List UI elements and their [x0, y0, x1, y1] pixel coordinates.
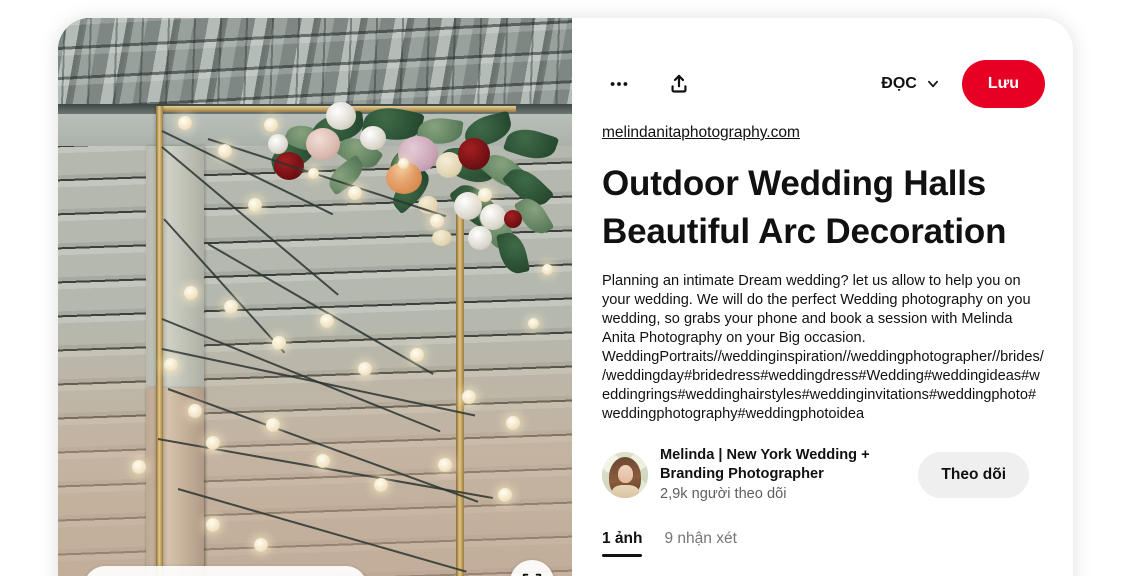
- creator-follower-count: 2,9k người theo dõi: [660, 486, 787, 502]
- pin-toolbar: ĐỌC Lưu: [602, 58, 1045, 110]
- string-light-bulb: [218, 144, 232, 158]
- string-light-bulb: [178, 116, 192, 130]
- string-light-bulb: [542, 264, 553, 275]
- source-domain-link[interactable]: melindanitaphotography.com: [602, 124, 800, 142]
- string-light-bulb: [430, 214, 444, 228]
- visual-search-icon: [522, 573, 542, 576]
- floral-garland: [267, 100, 572, 300]
- pin-image-container[interactable]: melindanitaphotography.com: [58, 18, 572, 576]
- string-light-bulb: [188, 404, 202, 418]
- board-selector-label: ĐỌC: [881, 75, 917, 92]
- string-light-bulb: [184, 286, 198, 300]
- creator-name[interactable]: Melinda | New York Wedding + Branding Ph…: [660, 446, 918, 484]
- string-light-bulb: [132, 460, 146, 474]
- pin-closeup-card: melindanitaphotography.com: [58, 18, 1073, 576]
- string-light-bulb: [248, 198, 262, 212]
- more-options-button[interactable]: [602, 67, 636, 101]
- string-light-bulb: [206, 436, 220, 450]
- creator-row: Melinda | New York Wedding + Branding Ph…: [602, 446, 1045, 504]
- pin-detail-page: melindanitaphotography.com: [0, 0, 1134, 576]
- avatar-body: [612, 485, 639, 498]
- roof-row-texture: [58, 18, 572, 110]
- string-light-bulb: [498, 488, 512, 502]
- string-light-bulb: [374, 478, 388, 492]
- arch-frame-left: [156, 106, 163, 576]
- string-light-bulb: [264, 118, 278, 132]
- string-light-bulb: [506, 416, 520, 430]
- string-light-bulb: [308, 168, 319, 179]
- board-selector[interactable]: ĐỌC: [873, 69, 948, 99]
- toolbar-left-actions: [602, 67, 696, 101]
- creator-avatar[interactable]: [602, 452, 648, 498]
- follow-button[interactable]: Theo dõi: [918, 452, 1029, 498]
- wall-warm-tint: [58, 318, 572, 576]
- share-upload-icon: [671, 74, 687, 93]
- string-light-bulb: [462, 390, 476, 404]
- string-light-bulb: [410, 348, 424, 362]
- creator-info: Melinda | New York Wedding + Branding Ph…: [660, 446, 918, 504]
- detail-tabs: 1 ảnh 9 nhận xét: [602, 530, 1045, 557]
- string-light-bulb: [254, 538, 268, 552]
- pin-description: Planning an intimate Dream wedding? let …: [602, 273, 1044, 422]
- string-light-bulb: [266, 418, 280, 432]
- string-light-bulb: [320, 314, 334, 328]
- more-horizontal-icon: [610, 82, 628, 86]
- avatar-face: [618, 465, 633, 483]
- string-light-bulb: [478, 188, 492, 202]
- string-light-bulb: [272, 336, 286, 350]
- string-light-bulb: [224, 300, 238, 314]
- pin-title: Outdoor Wedding Halls Beautiful Arc Deco…: [602, 164, 1007, 251]
- string-light-bulb: [164, 358, 178, 372]
- pin-image: [58, 18, 572, 576]
- string-light-bulb: [206, 518, 220, 532]
- toolbar-right-actions: ĐỌC Lưu: [873, 60, 1045, 108]
- source-website-badge[interactable]: melindanitaphotography.com: [84, 566, 368, 576]
- pin-detail-pane: ĐỌC Lưu melindanitaphotography.com Outdo…: [572, 18, 1073, 576]
- string-light-bulb: [398, 158, 409, 169]
- chevron-down-icon: [927, 80, 938, 88]
- tab-comments[interactable]: 9 nhận xét: [664, 530, 736, 557]
- string-light-bulb: [316, 454, 330, 468]
- string-light-bulb: [348, 186, 362, 200]
- tab-photos[interactable]: 1 ảnh: [602, 530, 643, 557]
- string-light-bulb: [528, 318, 539, 329]
- share-button[interactable]: [662, 67, 696, 101]
- save-button[interactable]: Lưu: [961, 60, 1045, 108]
- string-light-bulb: [438, 458, 452, 472]
- string-light-bulb: [358, 362, 372, 376]
